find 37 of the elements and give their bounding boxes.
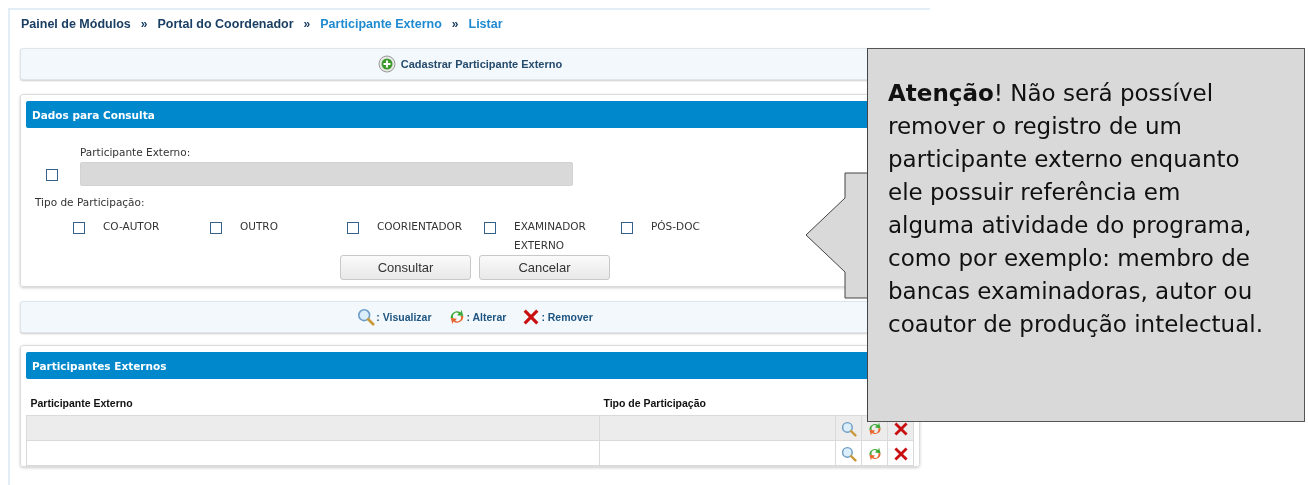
- close-icon[interactable]: [892, 420, 909, 437]
- checkbox[interactable]: [347, 222, 359, 234]
- field-label: Participante Externo:: [80, 146, 192, 158]
- panel-title: Dados para Consulta: [32, 108, 155, 121]
- checkbox[interactable]: [73, 222, 85, 234]
- checkbox-label: PÓS-DOC: [651, 219, 701, 234]
- column-header: Tipo de Participação: [599, 393, 836, 416]
- checkbox-label: CO-AUTOR: [103, 219, 161, 234]
- close-icon: [522, 308, 541, 326]
- checkbox-label: COORIENTADOR: [377, 219, 464, 234]
- plus-icon: [377, 55, 396, 73]
- breadcrumb-separator: »: [303, 17, 311, 31]
- cancel-button[interactable]: Cancelar: [479, 255, 610, 280]
- close-icon[interactable]: [892, 445, 909, 462]
- checkbox-label: EXAMINADOR EXTERNO: [514, 219, 587, 253]
- search-icon: [357, 308, 376, 326]
- breadcrumb-link[interactable]: Painel de Módulos: [21, 17, 131, 31]
- column-header: Participante Externo: [26, 393, 600, 416]
- field-label: Tipo de Participação:: [35, 196, 146, 208]
- legend-label: : Remover: [541, 311, 593, 323]
- breadcrumb-link[interactable]: Portal do Coordenador: [157, 17, 294, 31]
- search-icon[interactable]: [840, 445, 857, 462]
- add-participant-link[interactable]: Cadastrar Participante Externo: [377, 55, 563, 73]
- breadcrumb-separator: »: [451, 17, 459, 31]
- search-button[interactable]: Consultar: [340, 255, 471, 280]
- legend-label: : Alterar: [466, 311, 507, 323]
- checkbox[interactable]: [621, 222, 633, 234]
- callout-text: Atenção! Não será possível remover o registro de um participante externo enquanto ele possuir referência em alguma atividade do programa, como por exemplo: membro de bancas examinadoras, autor ou coautor de produção intelectual.: [888, 79, 1264, 339]
- legend-label: : Visualizar: [376, 311, 432, 323]
- checkbox[interactable]: [210, 222, 222, 234]
- checkbox[interactable]: [46, 169, 58, 181]
- breadcrumb-link[interactable]: Listar: [468, 17, 503, 31]
- breadcrumb-separator: »: [140, 17, 148, 31]
- checkbox[interactable]: [484, 222, 496, 234]
- breadcrumb-link[interactable]: Participante Externo: [320, 17, 442, 31]
- panel-title: Participantes Externos: [32, 359, 167, 372]
- checkbox-label: OUTRO: [240, 219, 279, 234]
